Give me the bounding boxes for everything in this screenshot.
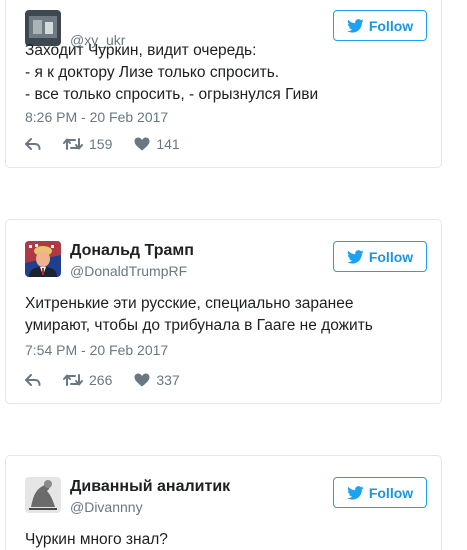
tweet-header: Диванный аналитик @Divannny Follow bbox=[25, 475, 427, 515]
author-handle[interactable]: @DonaldTrumpRF bbox=[70, 262, 187, 280]
avatar[interactable] bbox=[25, 477, 61, 513]
author-name[interactable]: Диванный аналитик bbox=[70, 477, 230, 497]
retweet-button[interactable]: 159 bbox=[63, 136, 112, 152]
reply-icon bbox=[25, 374, 41, 386]
tweet-text-line: Чуркин много знал? bbox=[25, 531, 168, 548]
like-button[interactable]: 337 bbox=[134, 372, 180, 388]
like-count: 141 bbox=[156, 136, 180, 152]
tweet-timestamp[interactable]: 8:26 PM - 20 Feb 2017 bbox=[25, 108, 168, 126]
twitter-bird-icon bbox=[346, 18, 364, 33]
like-count: 337 bbox=[156, 372, 180, 388]
tweet-text-line: - все только спросить, - огрызнулся Гиви bbox=[25, 86, 319, 103]
tweet-text: Хитренькие эти русские, специально заран… bbox=[25, 293, 427, 337]
retweet-count: 266 bbox=[89, 372, 113, 388]
tweet-timestamp[interactable]: 7:54 PM - 20 Feb 2017 bbox=[25, 341, 168, 359]
tweet-text-line: Заходит Чуркин, видит очередь: bbox=[25, 42, 257, 59]
twitter-bird-icon bbox=[346, 485, 364, 500]
reply-button[interactable] bbox=[25, 373, 41, 387]
retweet-count: 159 bbox=[89, 136, 113, 152]
avatar[interactable] bbox=[25, 241, 61, 277]
author-handle[interactable]: @Divannny bbox=[70, 498, 143, 516]
tweet-actions: 266 337 bbox=[25, 370, 202, 390]
tweet-text-line: умирают, чтобы до трибунала в Гааге не д… bbox=[25, 317, 373, 334]
author-name[interactable]: Дональд Трамп bbox=[70, 241, 194, 261]
follow-label: Follow bbox=[368, 484, 414, 501]
tweet-text-line: Хитренькие эти русские, специально заран… bbox=[25, 295, 354, 312]
tweet-card: @xy_ukr Follow Заходит Чуркин, видит оче… bbox=[5, 0, 442, 168]
tweet-feed: @xy_ukr Follow Заходит Чуркин, видит оче… bbox=[0, 0, 467, 550]
tweet-card: Дональд Трамп @DonaldTrumpRF Follow Хитр… bbox=[5, 219, 442, 404]
retweet-icon bbox=[63, 374, 83, 386]
follow-button[interactable]: Follow bbox=[333, 241, 427, 272]
tweet-text-line: - я к доктору Лизе только спросить. bbox=[25, 64, 280, 81]
tweet-header: Дональд Трамп @DonaldTrumpRF Follow bbox=[25, 239, 427, 279]
tweet-text: Заходит Чуркин, видит очередь: - я к док… bbox=[25, 40, 427, 106]
reply-icon bbox=[25, 138, 41, 150]
tweet-actions: 159 141 bbox=[25, 134, 202, 154]
heart-icon bbox=[134, 373, 150, 387]
follow-label: Follow bbox=[368, 248, 414, 265]
follow-button[interactable]: Follow bbox=[333, 10, 427, 41]
tweet-card: Диванный аналитик @Divannny Follow Чурки… bbox=[5, 455, 442, 550]
follow-button[interactable]: Follow bbox=[333, 477, 427, 508]
heart-icon bbox=[134, 137, 150, 151]
twitter-bird-icon bbox=[346, 249, 364, 264]
tweet-text: Чуркин много знал? bbox=[25, 529, 427, 550]
follow-label: Follow bbox=[368, 17, 414, 34]
reply-button[interactable] bbox=[25, 137, 41, 151]
retweet-icon bbox=[63, 138, 83, 150]
retweet-button[interactable]: 266 bbox=[63, 372, 112, 388]
like-button[interactable]: 141 bbox=[134, 136, 180, 152]
